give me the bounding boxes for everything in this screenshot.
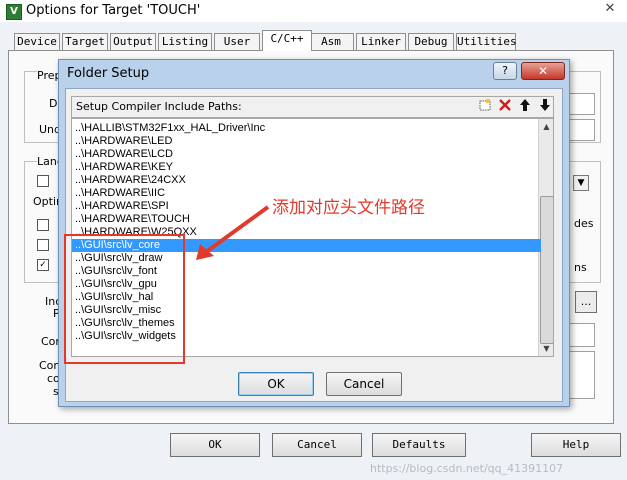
tab-c-cpp[interactable]: C/C++ (262, 30, 312, 51)
annotation-arrow-icon (196, 205, 270, 260)
annotation-text: 添加对应头文件路径 (272, 198, 425, 218)
